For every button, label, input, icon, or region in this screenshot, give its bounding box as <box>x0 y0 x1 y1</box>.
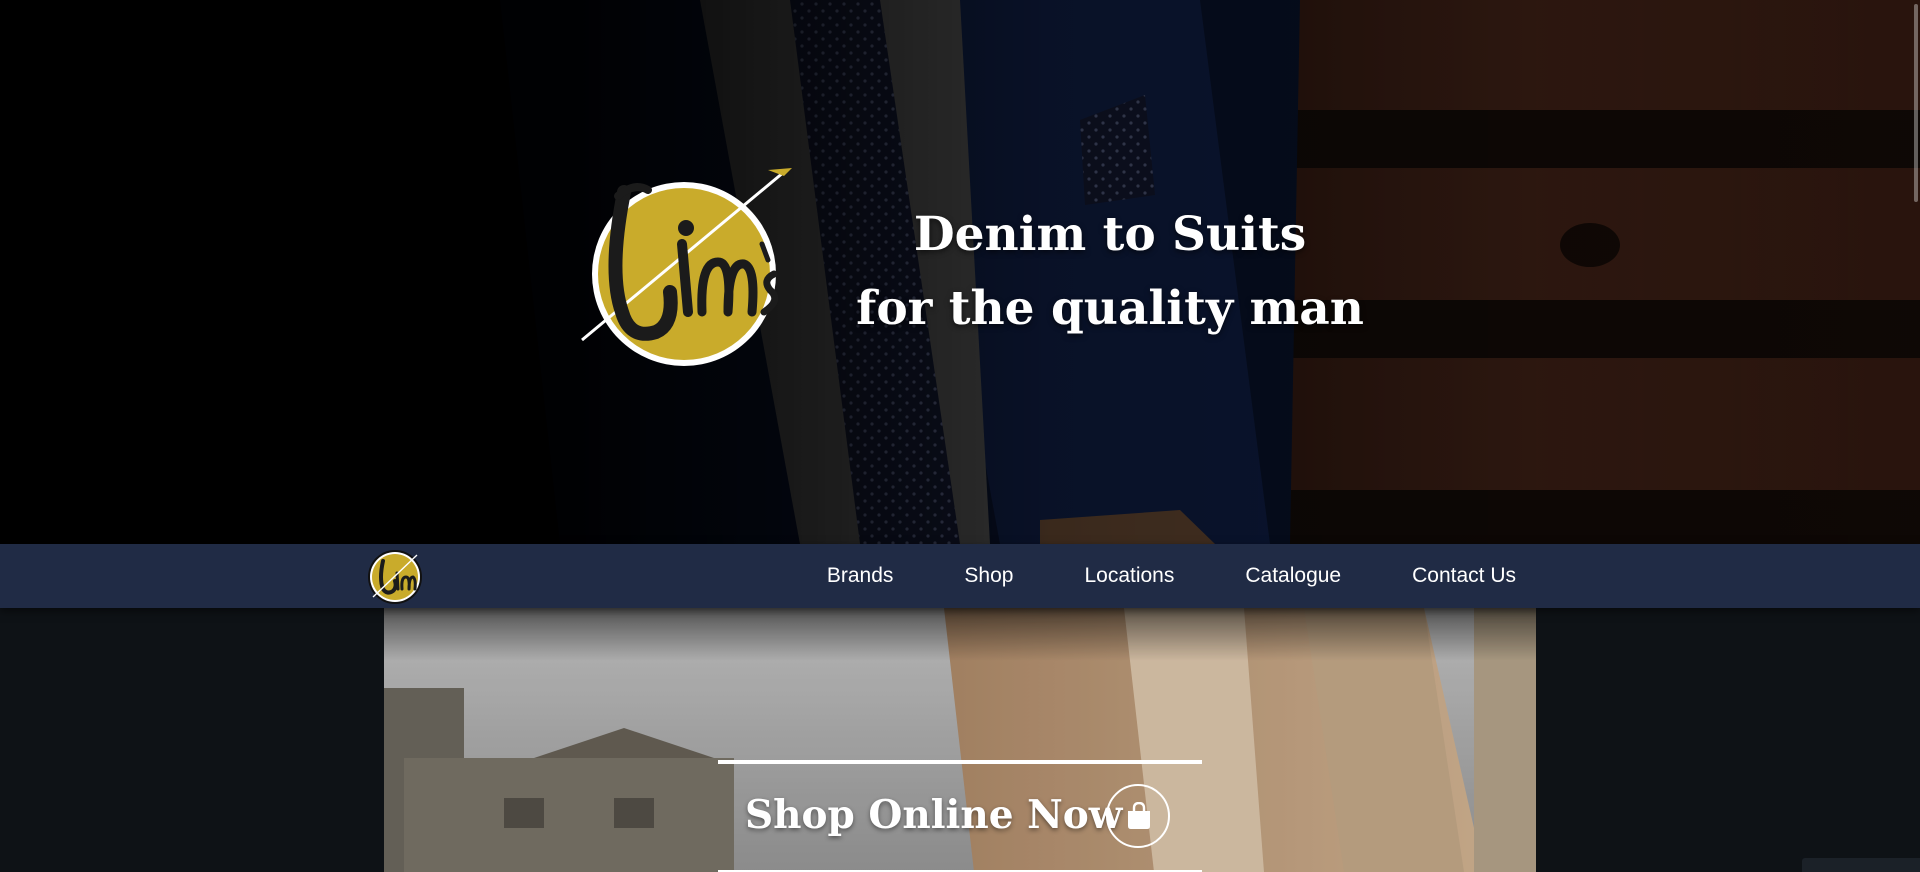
nav-link-contact-us[interactable]: Contact Us <box>1412 564 1516 588</box>
corner-widget-tab[interactable] <box>1802 858 1920 872</box>
nav-link-shop[interactable]: Shop <box>964 564 1013 588</box>
scrollbar-thumb[interactable] <box>1914 4 1918 202</box>
nav-links: Brands Shop Locations Catalogue Contact … <box>756 544 1516 608</box>
shop-online-button[interactable]: Shop Online Now <box>718 760 1202 872</box>
hero-banner: Denim to Suits for the quality man <box>0 0 1920 544</box>
nav-link-locations[interactable]: Locations <box>1084 564 1174 588</box>
nav-logo[interactable] <box>367 549 423 605</box>
shopping-bag-icon <box>1106 784 1170 848</box>
hero-tagline: Denim to Suits for the quality man <box>840 198 1380 346</box>
hero-tagline-line-2: for the quality man <box>856 281 1364 336</box>
nav-link-brands[interactable]: Brands <box>827 564 894 588</box>
page: Denim to Suits for the quality man Brand… <box>0 0 1920 872</box>
hero-tagline-line-1: Denim to Suits <box>913 207 1307 262</box>
main-navbar: Brands Shop Locations Catalogue Contact … <box>0 544 1920 608</box>
shop-online-label: Shop Online Now <box>745 792 1123 838</box>
nav-link-catalogue[interactable]: Catalogue <box>1245 564 1341 588</box>
promo-section: Shop Online Now <box>0 608 1920 872</box>
jims-logo[interactable] <box>578 162 792 370</box>
cta-top-rule <box>718 760 1202 764</box>
